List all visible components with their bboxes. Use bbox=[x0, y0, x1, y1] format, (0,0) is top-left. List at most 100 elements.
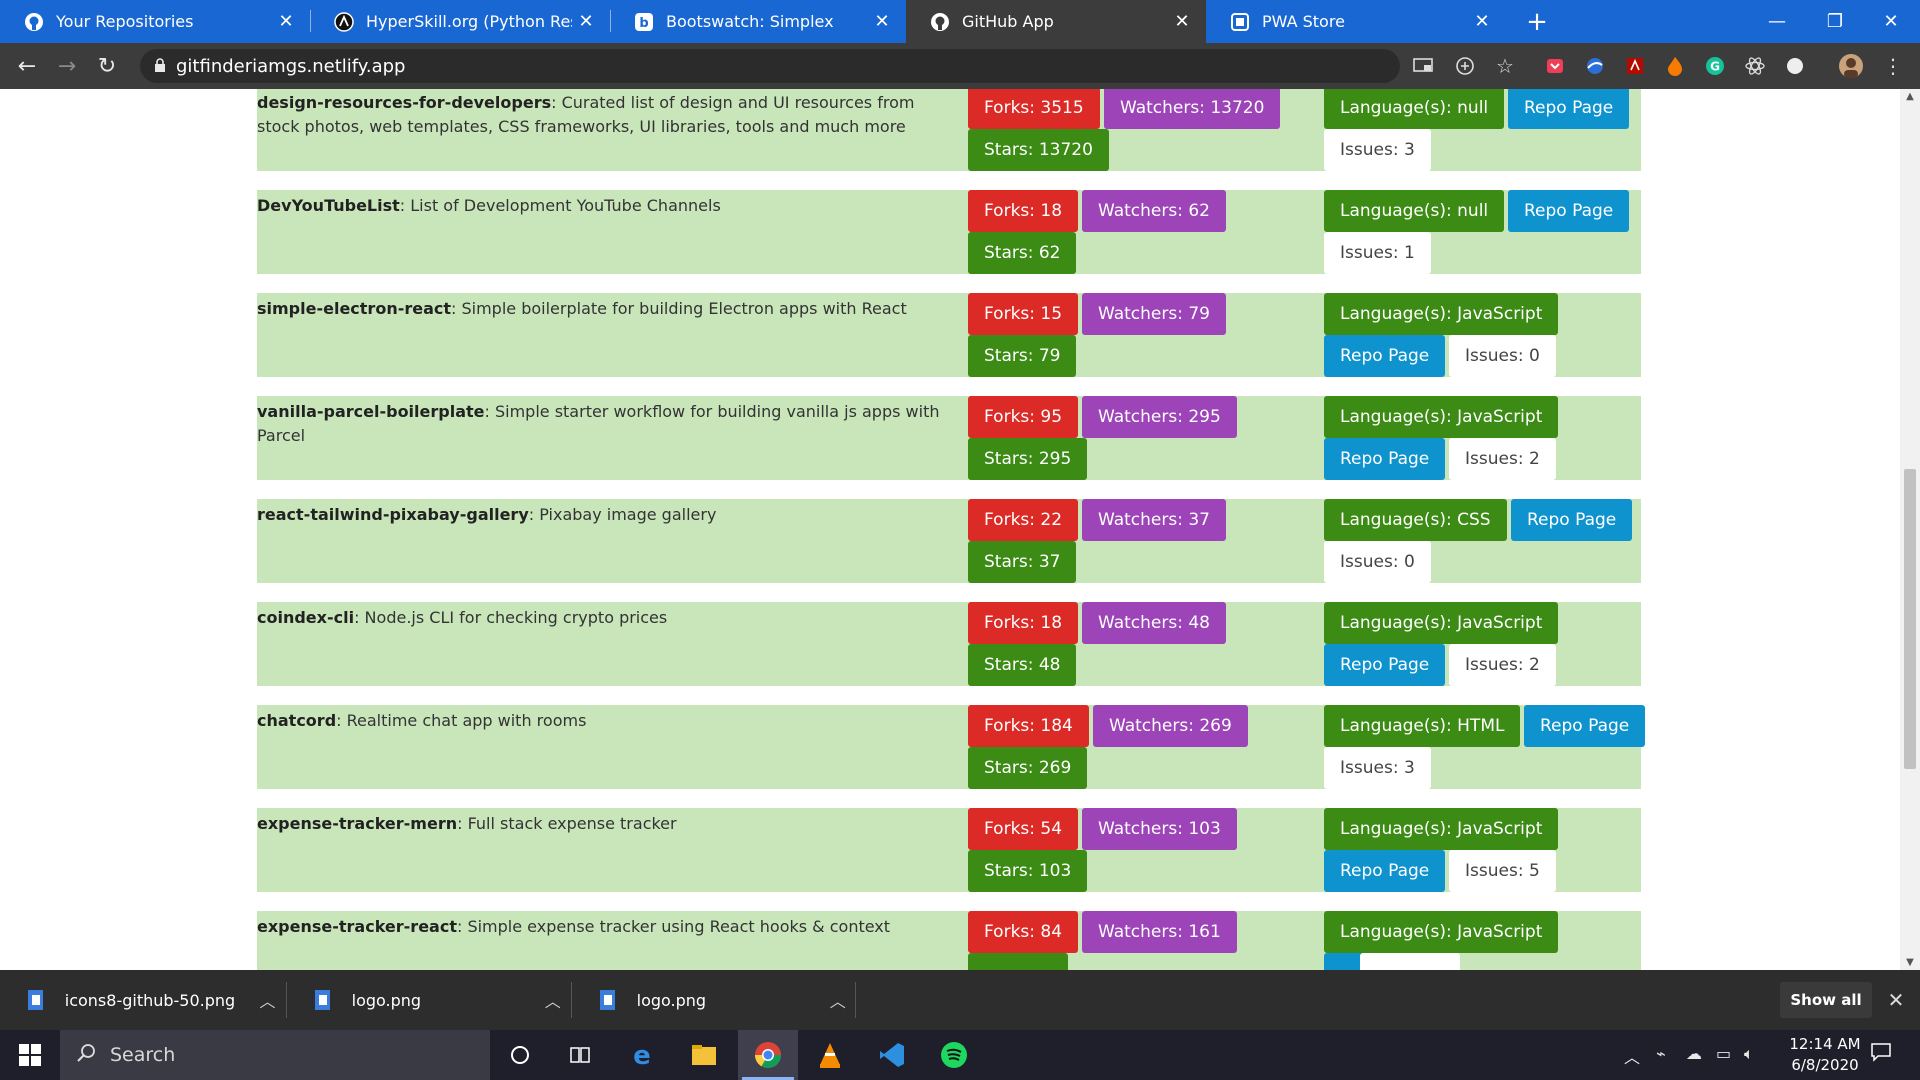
chevron-up-icon[interactable]: ︿ bbox=[534, 988, 571, 1012]
hyperskill-icon bbox=[334, 11, 354, 32]
repo-description-text: : Pixabay image gallery bbox=[528, 505, 717, 524]
repo-page-button[interactable]: Repo Page bbox=[1511, 499, 1633, 541]
download-item[interactable]: logo.png ︿ bbox=[287, 970, 571, 1030]
close-icon[interactable]: ✕ bbox=[1882, 986, 1910, 1014]
reload-icon[interactable]: ↻ bbox=[92, 51, 122, 81]
tab-github-app[interactable]: GitHub App ✕ bbox=[906, 0, 1206, 43]
tab-your-repositories[interactable]: Your Repositories ✕ bbox=[0, 0, 310, 43]
file-explorer-icon[interactable] bbox=[674, 1030, 734, 1080]
pdf-icon[interactable] bbox=[1622, 53, 1648, 79]
vscode-icon[interactable] bbox=[862, 1030, 922, 1080]
tab-pwa-store[interactable]: PWA Store ✕ bbox=[1206, 0, 1506, 43]
repo-name: chatcord bbox=[257, 711, 337, 730]
repo-page-button[interactable]: Repo Page bbox=[1508, 190, 1630, 232]
forks-badge: Forks: 15 bbox=[968, 293, 1079, 335]
close-icon[interactable]: ✕ bbox=[1168, 11, 1196, 32]
forks-badge: Forks: 54 bbox=[968, 808, 1079, 850]
svg-text:e: e bbox=[633, 1042, 651, 1068]
spotify-icon[interactable] bbox=[924, 1030, 984, 1080]
language-badge: Language(s): JavaScript bbox=[1324, 396, 1559, 438]
tab-hyperskill[interactable]: HyperSkill.org (Python Resource) ✕ bbox=[310, 0, 610, 43]
add-icon[interactable] bbox=[1452, 53, 1478, 79]
repo-description-text: : Full stack expense tracker bbox=[457, 814, 677, 833]
clock-time: 12:14 AM bbox=[1789, 1035, 1861, 1053]
download-shelf: icons8-github-50.png ︿ logo.png ︿ logo.p… bbox=[0, 970, 1920, 1030]
cast-icon[interactable] bbox=[1410, 53, 1436, 79]
chevron-up-icon[interactable]: ︿ bbox=[1624, 1044, 1640, 1068]
repo-page-button[interactable]: Repo Page bbox=[1524, 705, 1646, 747]
extension-circle-icon[interactable] bbox=[1782, 53, 1808, 79]
close-icon[interactable]: ✕ bbox=[572, 11, 600, 32]
file-icon bbox=[28, 990, 43, 1010]
chevron-up-icon[interactable]: ︿ bbox=[819, 988, 856, 1012]
download-filename: icons8-github-50.png bbox=[64, 990, 236, 1010]
repo-description: react-tailwind-pixabay-gallery: Pixabay … bbox=[257, 503, 957, 527]
notification-icon[interactable] bbox=[1870, 1042, 1892, 1066]
language-badge: Language(s): JavaScript bbox=[1324, 602, 1559, 644]
volume-icon[interactable]: 🔈︎ bbox=[1744, 1044, 1754, 1064]
menu-icon[interactable]: ⋮ bbox=[1880, 53, 1906, 79]
language-badge: Language(s): CSS bbox=[1324, 499, 1507, 541]
browser-toolbar: ← → ↻ gitfinderiamgs.netlify.app ☆ G ⋮ bbox=[0, 43, 1920, 89]
battery-icon[interactable]: ▭ bbox=[1716, 1044, 1731, 1063]
repo-page-button[interactable]: Repo Page bbox=[1508, 89, 1630, 129]
edge-icon[interactable]: e bbox=[612, 1030, 672, 1080]
repo-page-button[interactable]: Repo Page bbox=[1324, 335, 1446, 377]
repo-name: react-tailwind-pixabay-gallery bbox=[257, 505, 529, 524]
chevron-up-icon[interactable]: ︿ bbox=[249, 988, 286, 1012]
onedrive-icon[interactable]: ☁ bbox=[1686, 1044, 1702, 1063]
back-icon[interactable]: ← bbox=[12, 51, 42, 81]
windows-start-icon[interactable] bbox=[0, 1030, 60, 1080]
close-icon[interactable]: ✕ bbox=[868, 11, 896, 32]
avatar[interactable] bbox=[1838, 53, 1864, 79]
network-icon[interactable]: ⌁ bbox=[1656, 1044, 1666, 1063]
minimize-icon[interactable]: — bbox=[1748, 0, 1806, 43]
repo-description-text: : Node.js CLI for checking crypto prices bbox=[354, 608, 668, 627]
scroll-down-icon[interactable]: ▼ bbox=[1904, 957, 1916, 968]
watchers-badge: Watchers: 37 bbox=[1082, 499, 1226, 541]
repo-page-button[interactable]: Repo Page bbox=[1324, 644, 1446, 686]
vlc-icon[interactable] bbox=[800, 1030, 860, 1080]
repo-page-button[interactable]: Repo Page bbox=[1324, 850, 1446, 892]
fire-icon[interactable] bbox=[1662, 53, 1688, 79]
issues-badge bbox=[1360, 953, 1460, 970]
repo-description-text: : Realtime chat app with rooms bbox=[336, 711, 587, 730]
pocket-icon[interactable] bbox=[1542, 53, 1568, 79]
close-icon[interactable]: ✕ bbox=[272, 11, 300, 32]
address-bar[interactable]: gitfinderiamgs.netlify.app bbox=[140, 49, 1400, 83]
download-item[interactable]: logo.png ︿ bbox=[572, 970, 856, 1030]
language-badge: Language(s): HTML bbox=[1324, 705, 1521, 747]
scrollbar[interactable]: ▲ ▼ bbox=[1900, 89, 1920, 970]
repo-row: DevYouTubeList: List of Development YouT… bbox=[257, 190, 1641, 274]
download-item[interactable]: icons8-github-50.png ︿ bbox=[0, 970, 286, 1030]
issues-badge: Issues: 0 bbox=[1449, 335, 1556, 377]
task-view-icon[interactable] bbox=[550, 1030, 610, 1080]
bookmark-star-icon[interactable]: ☆ bbox=[1492, 53, 1518, 79]
restore-icon[interactable]: ❐ bbox=[1806, 0, 1864, 43]
show-all-button[interactable]: Show all bbox=[1780, 982, 1872, 1018]
extension-globe-icon[interactable] bbox=[1582, 53, 1608, 79]
tab-bootswatch[interactable]: b Bootswatch: Simplex ✕ bbox=[610, 0, 906, 43]
issues-badge: Issues: 3 bbox=[1324, 747, 1431, 789]
taskbar-search-input[interactable]: Search bbox=[60, 1030, 490, 1080]
system-clock[interactable]: 12:14 AM 6/8/2020 bbox=[1770, 1034, 1880, 1076]
forward-icon[interactable]: → bbox=[52, 51, 82, 81]
repo-description: coindex-cli: Node.js CLI for checking cr… bbox=[257, 606, 957, 630]
repo-page-button[interactable]: Repo Page bbox=[1324, 438, 1446, 480]
close-icon[interactable]: ✕ bbox=[1468, 11, 1496, 32]
close-window-icon[interactable]: ✕ bbox=[1862, 0, 1920, 43]
scroll-up-icon[interactable]: ▲ bbox=[1904, 91, 1916, 102]
repo-row: vanilla-parcel-boilerplate: Simple start… bbox=[257, 396, 1641, 480]
react-devtools-icon[interactable] bbox=[1742, 53, 1768, 79]
repo-row: expense-tracker-mern: Full stack expense… bbox=[257, 808, 1641, 892]
grammarly-icon[interactable]: G bbox=[1702, 53, 1728, 79]
scrollbar-thumb[interactable] bbox=[1904, 469, 1916, 769]
windows-taskbar: Search e ︿ ⌁ ☁ ▭ 🔈︎ 12:14 AM 6/8/2020 bbox=[0, 1030, 1920, 1080]
new-tab-button[interactable]: + bbox=[1520, 5, 1554, 39]
url-text: gitfinderiamgs.netlify.app bbox=[176, 55, 406, 77]
watchers-badge: Watchers: 269 bbox=[1093, 705, 1248, 747]
chrome-icon[interactable] bbox=[738, 1030, 798, 1080]
stars-badge: Stars: 48 bbox=[968, 644, 1077, 686]
language-badge: Language(s): JavaScript bbox=[1324, 808, 1559, 850]
cortana-icon[interactable] bbox=[490, 1030, 550, 1080]
